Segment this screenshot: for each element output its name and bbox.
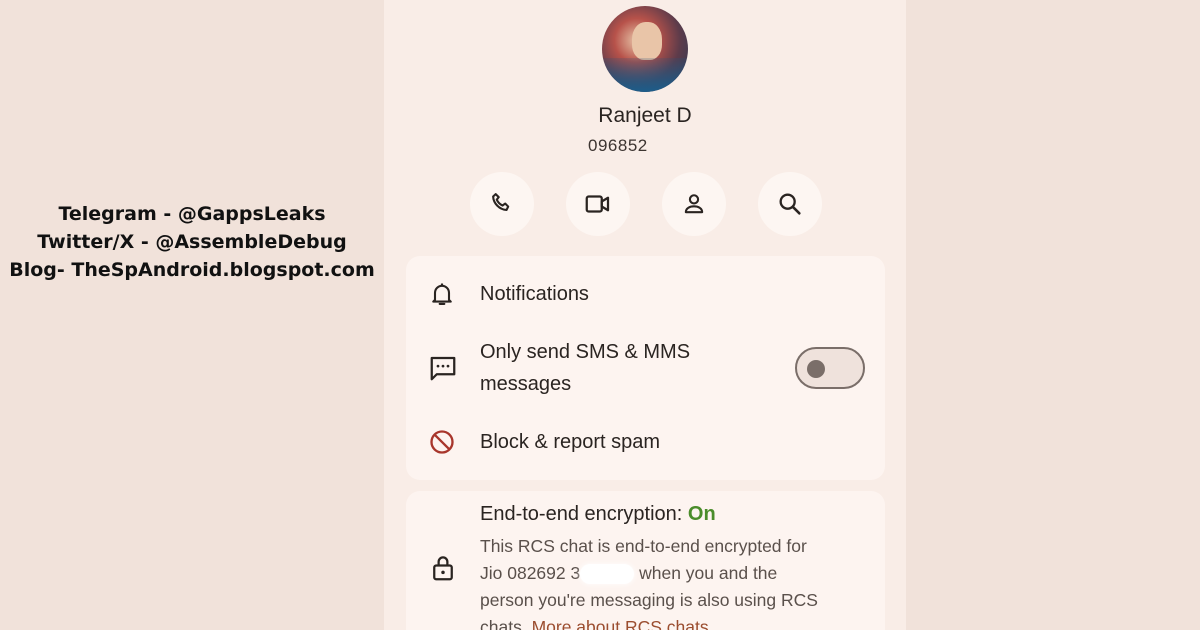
- contact-name: Ranjeet D: [598, 104, 692, 127]
- rcs-chats-link[interactable]: More about RCS chats: [532, 617, 709, 630]
- redacted-number: [580, 564, 635, 585]
- video-call-icon: [585, 195, 610, 213]
- encryption-title: End-to-end encryption: On: [480, 503, 716, 525]
- video-call-button[interactable]: [566, 172, 630, 236]
- search-button[interactable]: [758, 172, 822, 236]
- toggle-knob: [807, 360, 825, 378]
- notifications-label: Notifications: [480, 283, 589, 305]
- avatar-image: [632, 22, 662, 60]
- bell-icon: [432, 283, 452, 305]
- block-report-label: Block & report spam: [480, 431, 661, 453]
- sms-only-label: Only send SMS & MMS messages: [480, 341, 691, 395]
- notifications-row[interactable]: Notifications: [406, 278, 885, 310]
- contact-details-screen: Ranjeet D 096852 Notifications Only send…: [384, 0, 906, 630]
- lock-icon: [433, 556, 453, 581]
- sms-chat-icon: [430, 356, 456, 381]
- promo-text: Telegram - @GappsLeaks Twitter/X - @Asse…: [0, 200, 384, 284]
- encryption-status: On: [687, 503, 716, 525]
- encryption-description: This RCS chat is end-to-end encrypted fo…: [480, 533, 860, 630]
- settings-card: Notifications Only send SMS & MMS messag…: [406, 256, 885, 480]
- sms-only-toggle[interactable]: [795, 347, 865, 389]
- encryption-card: End-to-end encryption: On This RCS chat …: [406, 491, 885, 630]
- avatar[interactable]: [602, 6, 688, 92]
- call-icon: [492, 193, 510, 211]
- contact-phone: 096852: [588, 136, 648, 155]
- contact-info-button[interactable]: [662, 172, 726, 236]
- block-report-row[interactable]: Block & report spam: [406, 426, 885, 458]
- action-buttons: [470, 172, 822, 236]
- promo-twitter: Twitter/X - @AssembleDebug: [37, 231, 347, 253]
- block-icon: [430, 430, 454, 454]
- call-button[interactable]: [470, 172, 534, 236]
- promo-blog: Blog- TheSpAndroid.blogspot.com: [9, 259, 375, 281]
- contact-info-icon: [684, 194, 704, 214]
- search-icon: [779, 193, 801, 215]
- promo-telegram: Telegram - @GappsLeaks: [58, 203, 326, 225]
